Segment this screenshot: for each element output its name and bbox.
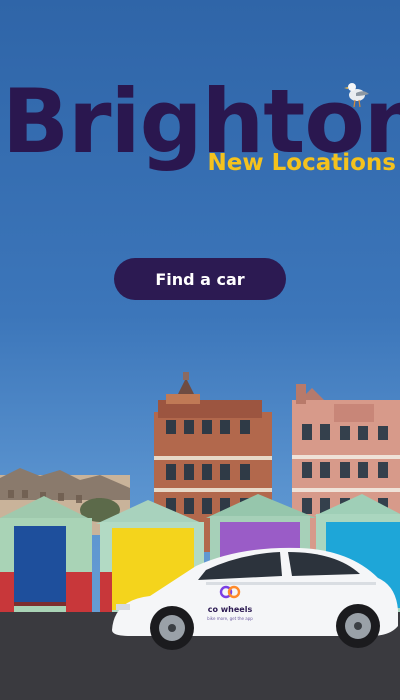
page-subtitle: New Locations <box>207 150 396 176</box>
promo-screen: Brighton New Locations Find a car co whe… <box>0 0 400 700</box>
find-a-car-button[interactable]: Find a car <box>114 258 286 300</box>
brighton-beach-photo <box>0 372 400 700</box>
car-brand-tagline: bike more, get the app <box>207 616 253 621</box>
car-brand-name: co wheels <box>207 605 253 614</box>
